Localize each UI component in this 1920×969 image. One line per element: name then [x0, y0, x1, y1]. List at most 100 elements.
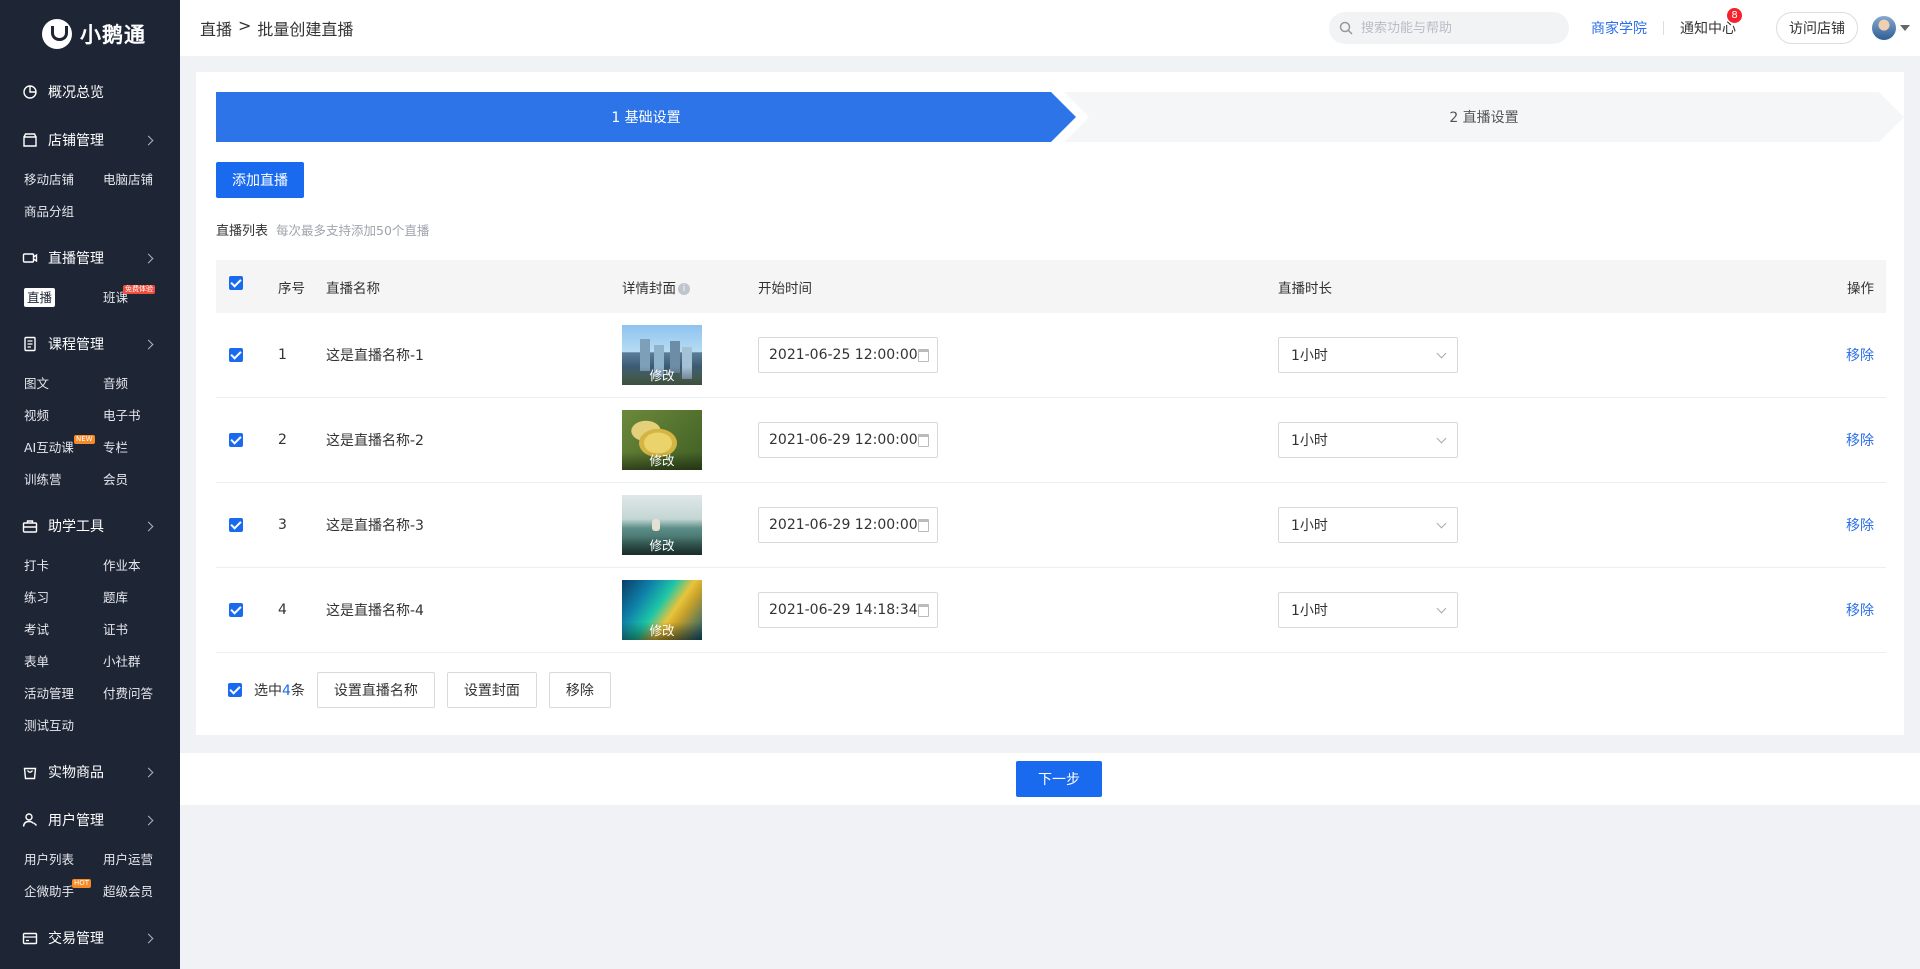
visit-store-button[interactable]: 访问店铺 — [1776, 12, 1858, 44]
logo[interactable]: 小鹅通 — [0, 0, 180, 68]
caret-down-icon[interactable] — [1900, 25, 1910, 31]
bulk-remove-button[interactable]: 移除 — [548, 672, 611, 708]
nav-sub-list: 直播 班课 免费体验 — [22, 282, 158, 320]
sidebar-item[interactable]: 证书 — [103, 614, 180, 646]
sidebar-item[interactable]: 商品分组 — [24, 196, 103, 228]
nav-group-header[interactable]: 助学工具 — [22, 502, 158, 550]
duration-select[interactable]: 1小时 — [1278, 592, 1458, 628]
notification-center[interactable]: 通知中心 8 — [1680, 8, 1742, 38]
sidebar-item[interactable]: 表单 — [24, 646, 103, 678]
sidebar-item[interactable]: 题库 — [103, 582, 180, 614]
nav-group-header[interactable]: 实物商品 — [22, 748, 158, 796]
sidebar-item[interactable]: 付费问答 — [103, 678, 180, 710]
avatar[interactable] — [1872, 16, 1896, 40]
duration-select[interactable]: 1小时 — [1278, 337, 1458, 373]
remove-link[interactable]: 移除 — [1846, 348, 1874, 364]
video-camera-icon — [22, 250, 38, 266]
sidebar-item[interactable]: 直播 — [24, 282, 103, 314]
bulk-select-checkbox[interactable] — [228, 683, 242, 697]
cover-edit-label[interactable]: 修改 — [622, 622, 702, 640]
row-checkbox[interactable] — [229, 603, 243, 617]
row-checkbox[interactable] — [229, 518, 243, 532]
duration-value: 1小时 — [1291, 348, 1328, 364]
sidebar-item[interactable]: 视频 — [24, 400, 103, 432]
set-cover-button[interactable]: 设置封面 — [446, 672, 537, 708]
cover-edit-label[interactable]: 修改 — [622, 452, 702, 470]
sidebar-item[interactable]: 会员 — [103, 464, 180, 496]
sidebar-item[interactable]: 活动管理 — [24, 678, 103, 710]
nav-group-header[interactable]: 店铺管理 — [22, 116, 158, 164]
sidebar-item[interactable]: 超级会员 — [103, 876, 180, 908]
sidebar-item-label: 音频 — [103, 376, 129, 391]
sidebar-item[interactable]: 小社群 — [103, 646, 180, 678]
next-step-button[interactable]: 下一步 — [1016, 761, 1102, 797]
header-start-time: 开始时间 — [758, 280, 812, 297]
sidebar-item[interactable]: 用户列表 — [24, 844, 103, 876]
remove-link[interactable]: 移除 — [1846, 603, 1874, 619]
remove-link[interactable]: 移除 — [1846, 518, 1874, 534]
row-checkbox[interactable] — [229, 433, 243, 447]
steps: 1 基础设置 2 直播设置 — [216, 92, 1904, 142]
duration-select[interactable]: 1小时 — [1278, 422, 1458, 458]
sidebar-item[interactable]: 专栏 — [103, 432, 180, 464]
chevron-down-icon — [1436, 518, 1447, 528]
row-live-name: 这是直播名称-4 — [326, 603, 424, 619]
nav-sub-list: 移动店铺 电脑店铺 商品分组 — [22, 164, 158, 234]
select-all-checkbox[interactable] — [229, 275, 243, 290]
set-live-name-button[interactable]: 设置直播名称 — [316, 672, 435, 708]
sidebar-item[interactable]: 练习 — [24, 582, 103, 614]
breadcrumb: 直播 > 批量创建直播 — [200, 16, 353, 40]
cover-edit-label[interactable]: 修改 — [622, 537, 702, 555]
sidebar-item[interactable]: 测试互动 — [24, 710, 103, 742]
breadcrumb-parent[interactable]: 直播 — [200, 16, 232, 40]
start-time-picker[interactable]: 2021-06-29 12:00:00 — [758, 422, 938, 458]
live-table: 序号 直播名称 详情封面 i 开始时间 直播时长 操作 1 这是直播名称-1 修改 20… — [216, 260, 1886, 653]
sidebar-item[interactable]: 训练营 — [24, 464, 103, 496]
start-time-picker[interactable]: 2021-06-29 14:18:34 — [758, 592, 938, 628]
sidebar-item[interactable]: 音频 — [103, 368, 180, 400]
nav-group-header[interactable]: 交易管理 — [22, 914, 158, 962]
sidebar-item[interactable]: 班课 免费体验 — [103, 282, 180, 314]
sidebar-item-label: AI互动课 — [24, 440, 74, 455]
search-input[interactable] — [1361, 20, 1551, 36]
duration-value: 1小时 — [1291, 603, 1328, 619]
sidebar-item[interactable]: 配送管理 — [24, 962, 103, 969]
sidebar: 小鹅通 概况总览 店铺管理 移动店铺 电脑店铺 商品分组 直播管理 直播 班课 免费体验 课程管理… — [0, 0, 180, 969]
nav-group-header[interactable]: 课程管理 — [22, 320, 158, 368]
cover-thumbnail[interactable]: 修改 — [622, 580, 702, 640]
sidebar-item-label: 证书 — [103, 622, 129, 637]
add-live-button[interactable]: 添加直播 — [216, 162, 304, 198]
sidebar-item[interactable]: 用户运营 — [103, 844, 180, 876]
sidebar-item-label: 会员 — [103, 472, 129, 487]
sidebar-item[interactable]: 作业本 — [103, 550, 180, 582]
cover-thumbnail[interactable]: 修改 — [622, 325, 702, 385]
chevron-down-icon — [1436, 433, 1447, 443]
sidebar-item[interactable]: 电脑店铺 — [103, 164, 180, 196]
sidebar-item[interactable]: 图文 — [24, 368, 103, 400]
sidebar-item[interactable]: 考试 — [24, 614, 103, 646]
merchant-academy-link[interactable]: 商家学院 — [1591, 18, 1647, 38]
remove-link[interactable]: 移除 — [1846, 433, 1874, 449]
chevron-down-icon — [1436, 348, 1447, 358]
info-icon[interactable]: i — [678, 282, 690, 295]
sidebar-item[interactable]: 打卡 — [24, 550, 103, 582]
row-checkbox[interactable] — [229, 348, 243, 362]
start-time-picker[interactable]: 2021-06-25 12:00:00 — [758, 337, 938, 373]
start-time-picker[interactable]: 2021-06-29 12:00:00 — [758, 507, 938, 543]
cover-thumbnail[interactable]: 修改 — [622, 410, 702, 470]
step-basic-settings[interactable]: 1 基础设置 — [216, 92, 1076, 142]
cover-thumbnail[interactable]: 修改 — [622, 495, 702, 555]
sidebar-item[interactable]: 电子书 — [103, 400, 180, 432]
sidebar-item[interactable]: AI互动课 NEW — [24, 432, 103, 464]
sidebar-item-badge: 免费体验 — [123, 285, 155, 294]
search-box[interactable] — [1329, 12, 1569, 44]
sidebar-item[interactable]: 移动店铺 — [24, 164, 103, 196]
cover-edit-label[interactable]: 修改 — [622, 367, 702, 385]
sidebar-item[interactable]: 企微助手 HOT — [24, 876, 103, 908]
wallet-icon — [22, 930, 38, 946]
duration-select[interactable]: 1小时 — [1278, 507, 1458, 543]
nav-group-header[interactable]: 用户管理 — [22, 796, 158, 844]
nav-group-header[interactable]: 直播管理 — [22, 234, 158, 282]
nav-group-header[interactable]: 概况总览 — [22, 68, 158, 116]
step-live-settings[interactable]: 2 直播设置 — [1064, 92, 1904, 142]
